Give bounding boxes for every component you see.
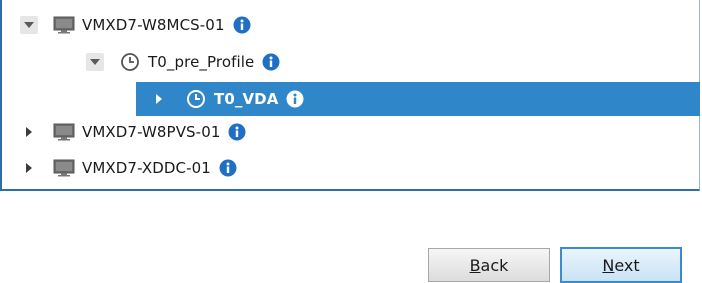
back-button[interactable]: Back [428, 248, 550, 282]
monitor-icon [52, 122, 76, 142]
tree-item-label: VMXD7-W8MCS-01 [82, 16, 225, 34]
next-button[interactable]: Next [560, 247, 682, 283]
info-icon[interactable] [286, 90, 304, 108]
info-icon[interactable] [233, 16, 251, 34]
collapse-arrow-icon[interactable] [86, 53, 104, 71]
clock-icon [118, 52, 142, 72]
tree-item-label: VMXD7-W8PVS-01 [82, 123, 221, 141]
next-button-label: Next [602, 255, 640, 275]
tree-item-t0-vda[interactable]: T0_VDA [136, 82, 700, 116]
back-button-label: Back [469, 255, 509, 275]
clock-icon [184, 89, 208, 109]
tree-item-label: VMXD7-XDDC-01 [82, 159, 211, 177]
machine-tree[interactable]: VMXD7-W8MCS-01 T0_pre_Profile T0_VDA VMX… [0, 0, 700, 191]
info-icon[interactable] [228, 123, 246, 141]
tree-item-vmxd7-xddc-01[interactable]: VMXD7-XDDC-01 [20, 153, 440, 183]
expand-arrow-icon[interactable] [20, 159, 38, 177]
monitor-icon [52, 15, 76, 35]
tree-item-label: T0_VDA [214, 90, 279, 108]
collapse-arrow-icon[interactable] [20, 16, 38, 34]
info-icon[interactable] [262, 53, 280, 71]
monitor-icon [52, 158, 76, 178]
info-icon[interactable] [219, 159, 237, 177]
tree-item-t0-pre-profile[interactable]: T0_pre_Profile [86, 47, 446, 77]
expand-arrow-icon[interactable] [20, 123, 38, 141]
tree-item-vmxd7-w8pvs-01[interactable]: VMXD7-W8PVS-01 [20, 117, 440, 147]
tree-item-vmxd7-w8mcs-01[interactable]: VMXD7-W8MCS-01 [20, 10, 440, 40]
tree-item-label: T0_pre_Profile [148, 53, 255, 71]
expand-arrow-icon[interactable] [150, 90, 168, 108]
